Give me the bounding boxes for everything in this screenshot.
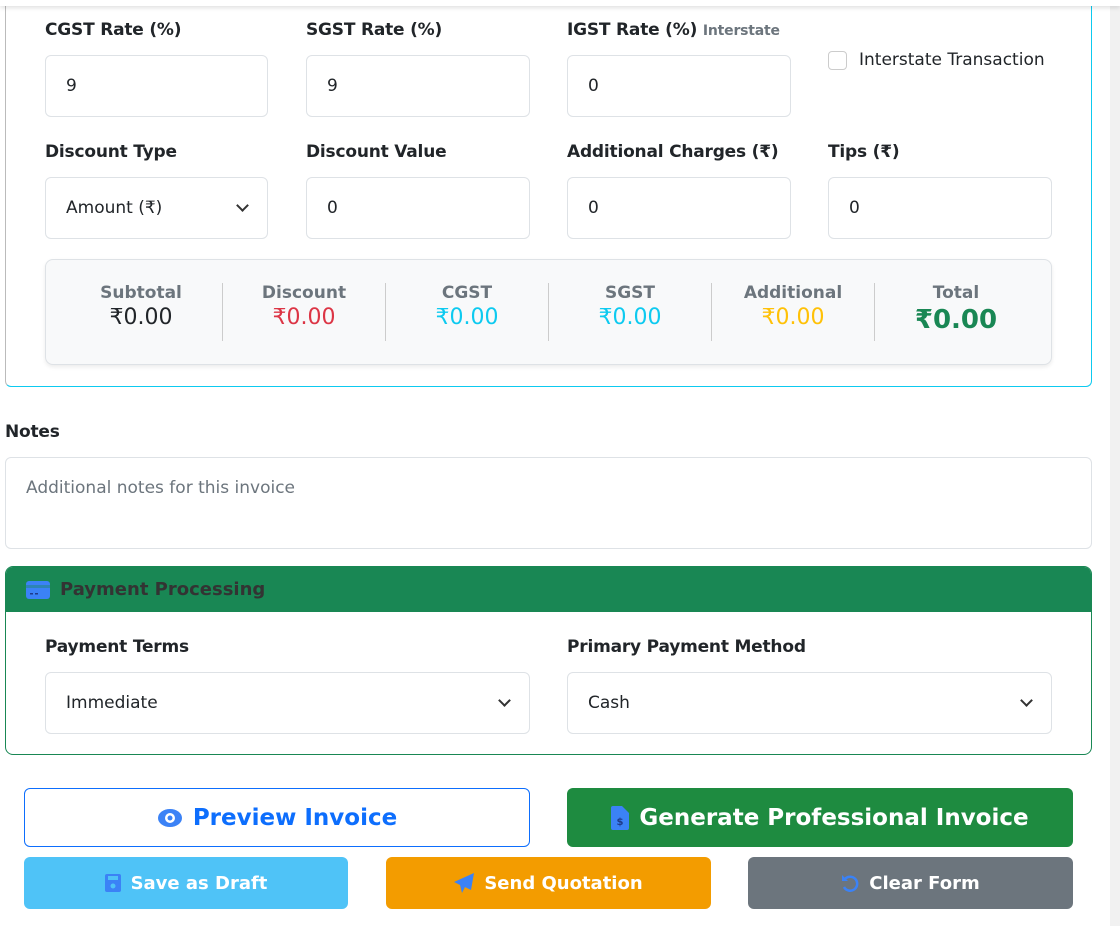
summary-discount: Discount ₹0.00 xyxy=(223,283,386,341)
payment-terms-label: Payment Terms xyxy=(45,637,189,657)
send-quotation-label: Send Quotation xyxy=(484,872,643,894)
totals-summary: Subtotal ₹0.00 Discount ₹0.00 CGST ₹0.00 SG… xyxy=(45,259,1052,365)
svg-text:$: $ xyxy=(617,817,624,828)
sgst-value: 9 xyxy=(327,76,338,96)
floppy-disk-icon xyxy=(104,874,121,892)
summary-value: ₹0.00 xyxy=(272,305,336,330)
payment-method-value: Cash xyxy=(588,693,630,713)
additional-charges-value: 0 xyxy=(588,198,599,218)
notes-label: Notes xyxy=(5,422,60,442)
tips-label: Tips (₹) xyxy=(828,142,900,162)
summary-total: Total ₹0.00 xyxy=(875,283,1037,341)
invoice-dollar-icon: $ xyxy=(611,805,630,830)
tips-input[interactable]: 0 xyxy=(828,177,1052,239)
igst-input[interactable]: 0 xyxy=(567,55,791,117)
save-draft-label: Save as Draft xyxy=(130,872,268,894)
sgst-label: SGST Rate (%) xyxy=(306,20,443,40)
discount-value: 0 xyxy=(327,198,338,218)
tips-value: 0 xyxy=(849,198,860,218)
discount-type-label: Discount Type xyxy=(45,142,177,162)
generate-invoice-button[interactable]: $ Generate Professional Invoice xyxy=(567,788,1073,847)
discount-type-value: Amount (₹) xyxy=(66,198,163,218)
additional-charges-input[interactable]: 0 xyxy=(567,177,791,239)
summary-label: Discount xyxy=(261,283,347,303)
summary-label: Additional xyxy=(743,283,843,303)
summary-sgst: SGST ₹0.00 xyxy=(549,283,712,341)
chevron-down-icon xyxy=(236,199,249,212)
cgst-value: 9 xyxy=(66,76,77,96)
interstate-checkbox-group[interactable]: Interstate Transaction xyxy=(828,50,1045,70)
notes-textarea[interactable]: Additional notes for this invoice xyxy=(5,457,1092,549)
paper-plane-icon xyxy=(454,873,475,893)
sgst-input[interactable]: 9 xyxy=(306,55,530,117)
top-bar xyxy=(0,0,1120,6)
interstate-checkbox[interactable] xyxy=(828,50,847,70)
summary-cgst: CGST ₹0.00 xyxy=(386,283,549,341)
preview-invoice-button[interactable]: Preview Invoice xyxy=(24,788,530,847)
notes-placeholder: Additional notes for this invoice xyxy=(26,478,295,498)
summary-label: SGST xyxy=(604,283,656,303)
igst-label: IGST Rate (%) Interstate xyxy=(567,20,780,40)
igst-value: 0 xyxy=(588,76,599,96)
credit-card-icon xyxy=(26,580,50,599)
summary-value: ₹0.00 xyxy=(598,305,662,330)
send-quotation-button[interactable]: Send Quotation xyxy=(386,857,711,909)
eye-icon xyxy=(157,808,182,827)
save-draft-button[interactable]: Save as Draft xyxy=(24,857,348,909)
cgst-input[interactable]: 9 xyxy=(45,55,268,117)
clear-form-label: Clear Form xyxy=(869,872,980,894)
summary-subtotal: Subtotal ₹0.00 xyxy=(60,283,223,341)
summary-label: CGST xyxy=(441,283,493,303)
discount-value-input[interactable]: 0 xyxy=(306,177,530,239)
cgst-label: CGST Rate (%) xyxy=(45,20,182,40)
summary-label: Subtotal xyxy=(100,283,182,303)
discount-value-label: Discount Value xyxy=(306,142,447,162)
summary-value: ₹0.00 xyxy=(914,305,998,335)
interstate-label: Interstate Transaction xyxy=(859,50,1045,70)
chevron-down-icon xyxy=(498,694,511,707)
payment-method-select[interactable]: Cash xyxy=(567,672,1052,734)
preview-label: Preview Invoice xyxy=(192,804,398,831)
summary-label: Total xyxy=(932,283,980,303)
payment-method-label: Primary Payment Method xyxy=(567,637,806,657)
additional-charges-label: Additional Charges (₹) xyxy=(567,142,779,162)
payment-header: Payment Processing xyxy=(6,567,1091,612)
clear-form-button[interactable]: Clear Form xyxy=(748,857,1073,909)
summary-value: ₹0.00 xyxy=(435,305,499,330)
summary-additional: Additional ₹0.00 xyxy=(712,283,875,341)
payment-title: Payment Processing xyxy=(60,579,266,600)
igst-hint: Interstate xyxy=(702,23,780,39)
payment-terms-select[interactable]: Immediate xyxy=(45,672,530,734)
summary-value: ₹0.00 xyxy=(761,305,825,330)
generate-label: Generate Professional Invoice xyxy=(639,804,1029,831)
scrollbar[interactable] xyxy=(1110,0,1120,926)
chevron-down-icon xyxy=(1020,694,1033,707)
summary-value: ₹0.00 xyxy=(109,305,173,330)
undo-icon xyxy=(842,875,859,892)
discount-type-select[interactable]: Amount (₹) xyxy=(45,177,268,239)
payment-terms-value: Immediate xyxy=(66,693,158,713)
igst-label-text: IGST Rate (%) xyxy=(567,20,698,40)
